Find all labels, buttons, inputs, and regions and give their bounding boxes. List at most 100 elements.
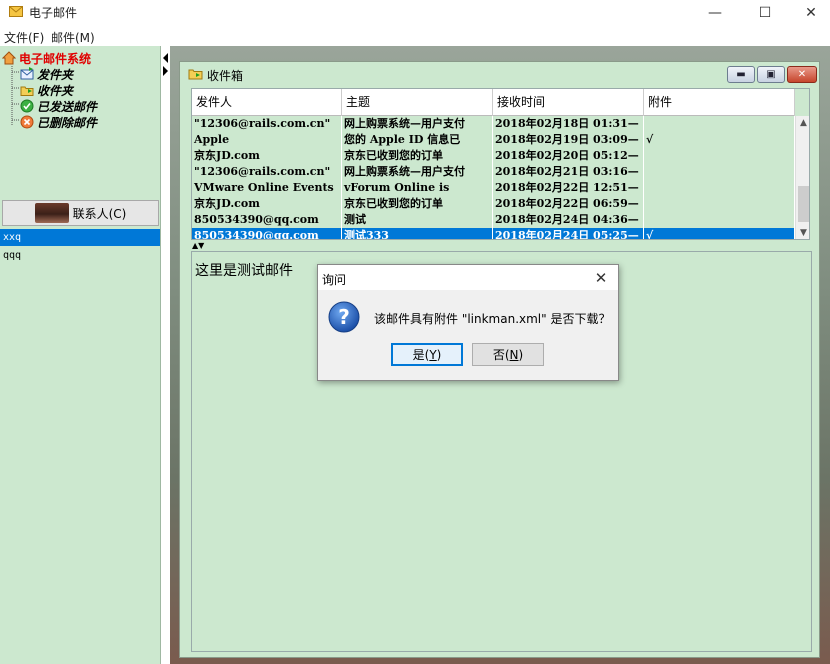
cell-attachment (644, 196, 795, 212)
cell-time: 2018年02月22日 06:59— (493, 196, 644, 212)
column-header-time[interactable]: 接收时间 (493, 89, 644, 116)
maximize-icon: ▣ (766, 69, 776, 80)
table-row[interactable]: 京东JD.com 京东已收到您的订单 2018年02月20日 05:12— (192, 148, 795, 164)
contacts-avatar (34, 203, 69, 223)
cell-time: 2018年02月18日 01:31— (493, 116, 644, 132)
tree-root-mail-system[interactable]: 电子邮件系统 (2, 50, 91, 66)
outbox-icon (20, 67, 34, 80)
cell-subject: 网上购票系统—用户支付 (342, 116, 493, 132)
table-header: 发件人 主题 接收时间 附件 (192, 89, 795, 116)
contacts-button-label: 联系人(C) (72, 206, 127, 221)
dialog-message: 该邮件具有附件 "linkman.xml" 是否下载？ (374, 312, 611, 326)
cell-subject: 京东已收到您的订单 (342, 196, 493, 212)
cell-time: 2018年02月22日 12:51— (493, 180, 644, 196)
yes-button[interactable]: 是 (Y) (391, 343, 463, 366)
cell-time: 2018年02月21日 03:16— (493, 164, 644, 180)
cell-sender: Apple (192, 132, 342, 148)
menu-bar: 文件(F) 邮件(M) (0, 26, 830, 46)
menu-mail[interactable]: 邮件(M) (51, 29, 95, 46)
dialog-close-button[interactable]: ✕ (588, 267, 614, 288)
menu-file[interactable]: 文件(F) (4, 29, 44, 46)
splitter-collapse-arrows[interactable] (162, 53, 169, 77)
cell-attachment (644, 164, 795, 180)
table-scrollbar[interactable]: ▲ ▼ (795, 116, 809, 239)
minimize-icon: — (708, 5, 722, 21)
inbox-minimize-button[interactable]: ▬ (727, 66, 755, 83)
column-header-sender[interactable]: 发件人 (192, 89, 342, 116)
tree-item-label: 发件夹 (37, 67, 74, 82)
mail-rows: "12306@rails.com.cn" 网上购票系统—用户支付 2018年02月1… (192, 116, 795, 239)
cell-sender: 京东JD.com (192, 196, 342, 212)
cell-sender: 京东JD.com (192, 148, 342, 164)
cell-time: 2018年02月24日 04:36— (493, 212, 644, 228)
column-header-subject[interactable]: 主题 (342, 89, 493, 116)
cell-attachment (644, 212, 795, 228)
yes-label: 是 (412, 348, 425, 362)
cell-sender: 850534390@qq.com (192, 212, 342, 228)
cell-attachment (644, 116, 795, 132)
close-icon: ✕ (594, 268, 608, 287)
cell-subject: 测试333 (342, 228, 493, 239)
tree-item-outbox[interactable]: 发件夹 (20, 66, 73, 82)
window-titlebar: 电子邮件 — ☐ ✕ (0, 0, 830, 26)
contact-list-item[interactable]: xxq (0, 229, 160, 246)
scroll-thumb[interactable] (798, 186, 809, 222)
close-icon: ✕ (797, 69, 807, 80)
contact-list-item[interactable]: qqq (0, 247, 160, 264)
cell-time: 2018年02月19日 03:09— (493, 132, 644, 148)
inbox-folder-icon (20, 86, 34, 96)
cell-attachment: √ (644, 228, 795, 239)
dialog-titlebar: 询问 ✕ (318, 265, 618, 290)
table-row[interactable]: "12306@rails.com.cn" 网上购票系统—用户支付 2018年02月2… (192, 164, 795, 180)
contacts-button[interactable]: 联系人(C) (2, 200, 159, 226)
folder-tree: 电子邮件系统 发件夹 收件夹 已发送邮件 已删除邮件 (0, 46, 161, 196)
mail-body-text: 这里是测试邮件 (195, 263, 293, 279)
tree-root-label: 电子邮件系统 (19, 51, 92, 66)
table-row[interactable]: Apple 您的 Apple ID 信息已 2018年02月19日 03:09— √ (192, 132, 795, 148)
confirm-dialog: 询问 ✕ ? 该邮件具有附件 "linkman.xml" 是否下载？ 是 (Y) … (317, 264, 619, 381)
column-header-attachment[interactable]: 附件 (644, 89, 795, 116)
minimize-button[interactable]: — (692, 0, 738, 26)
table-row[interactable]: "12306@rails.com.cn" 网上购票系统—用户支付 2018年02月1… (192, 116, 795, 132)
tree-item-inbox[interactable]: 收件夹 (20, 82, 73, 98)
inbox-folder-icon (188, 69, 203, 80)
left-navigation-pane: 电子邮件系统 发件夹 收件夹 已发送邮件 已删除邮件 联系人(C) xxq qq… (0, 46, 161, 664)
cell-subject: 京东已收到您的订单 (342, 148, 493, 164)
no-button[interactable]: 否 (N) (472, 343, 544, 366)
close-window-button[interactable]: ✕ (788, 0, 830, 26)
inbox-title: 收件箱 (207, 69, 244, 83)
cell-sender: VMware Online Events (192, 180, 342, 196)
tree-item-deleted[interactable]: 已删除邮件 (20, 114, 97, 130)
mail-envelope-icon (9, 6, 23, 17)
maximize-button[interactable]: ☐ (742, 0, 788, 26)
cell-attachment: √ (644, 132, 795, 148)
inbox-titlebar: 收件箱 ▬ ▣ ✕ (180, 62, 819, 86)
tree-item-label: 已删除邮件 (37, 115, 98, 130)
tree-item-label: 收件夹 (37, 83, 74, 98)
table-row[interactable]: 850534390@qq.com 测试 2018年02月24日 04:36— (192, 212, 795, 228)
minimize-icon: ▬ (736, 69, 746, 80)
table-row[interactable]: 850534390@qq.com 测试333 2018年02月24日 05:25— √ (192, 228, 795, 239)
question-icon: ? (328, 301, 360, 333)
sent-check-icon (20, 99, 34, 113)
scroll-down-arrow-icon[interactable]: ▼ (796, 226, 809, 239)
close-icon: ✕ (805, 5, 817, 21)
tree-item-sent[interactable]: 已发送邮件 (20, 98, 97, 114)
table-row[interactable]: VMware Online Events vForum Online is 2018… (192, 180, 795, 196)
deleted-x-icon (20, 115, 34, 129)
splitter-arrows-icon[interactable]: ▲▼ (192, 242, 222, 250)
cell-sender: "12306@rails.com.cn" (192, 164, 342, 180)
cell-attachment (644, 148, 795, 164)
no-label: 否 (492, 348, 505, 362)
inbox-close-button[interactable]: ✕ (787, 66, 817, 83)
inbox-maximize-button[interactable]: ▣ (757, 66, 785, 83)
yes-shortcut: (Y) (424, 347, 442, 362)
table-row[interactable]: 京东JD.com 京东已收到您的订单 2018年02月22日 06:59— (192, 196, 795, 212)
window-title: 电子邮件 (29, 6, 78, 20)
maximize-icon: ☐ (758, 5, 772, 21)
scroll-up-arrow-icon[interactable]: ▲ (796, 116, 809, 130)
cell-sender: "12306@rails.com.cn" (192, 116, 342, 132)
cell-attachment (644, 180, 795, 196)
mail-system-icon (2, 51, 16, 65)
tree-item-label: 已发送邮件 (37, 99, 98, 114)
